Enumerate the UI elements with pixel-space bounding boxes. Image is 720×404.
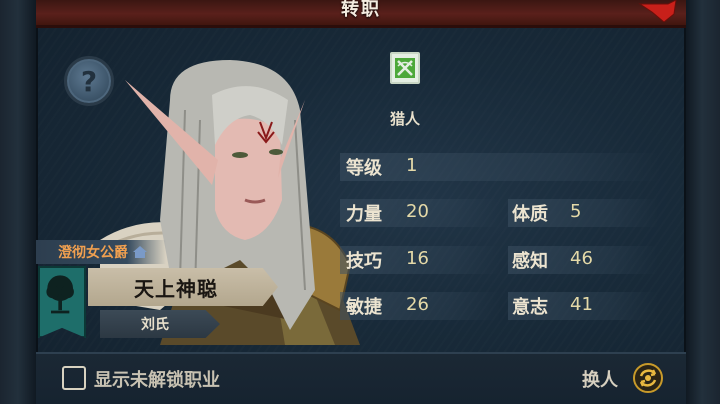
stat-value-perception: 46 <box>570 248 593 269</box>
noble-title: 澄彻女公爵 <box>58 245 128 261</box>
stat-label-perception: 感知 <box>512 251 548 272</box>
stat-value-level: 1 <box>406 155 418 176</box>
stat-row-level <box>340 153 660 181</box>
title-bar: 转职 <box>36 0 686 28</box>
stat-value-skill: 16 <box>406 248 429 269</box>
stat-label-level: 等级 <box>346 158 382 179</box>
back-arrow-icon[interactable] <box>638 0 678 22</box>
swap-icon[interactable] <box>632 362 664 394</box>
stat-value-will: 41 <box>570 294 593 315</box>
page-title: 转职 <box>341 0 381 20</box>
noble-title-tag: 澄彻女公爵 <box>36 240 166 264</box>
stat-label-will: 意志 <box>512 297 548 318</box>
house-icon <box>133 246 147 258</box>
stat-value-strength: 20 <box>406 201 429 222</box>
stat-value-constitution: 5 <box>570 201 582 222</box>
stat-label-skill: 技巧 <box>346 251 382 272</box>
stat-label-strength: 力量 <box>346 204 382 225</box>
question-mark-icon: ? <box>80 64 98 98</box>
stat-label-agility: 敏捷 <box>346 297 382 318</box>
class-icon-button[interactable] <box>390 52 420 84</box>
show-locked-checkbox[interactable] <box>62 366 86 390</box>
swap-character-label[interactable]: 换人 <box>582 366 618 392</box>
stat-label-constitution: 体质 <box>512 204 548 225</box>
stat-value-agility: 26 <box>406 294 429 315</box>
show-locked-label[interactable]: 显示未解锁职业 <box>94 366 220 392</box>
family-name-plate: 刘氏 <box>100 310 220 338</box>
family-name: 刘氏 <box>141 317 169 333</box>
tree-icon <box>46 275 74 314</box>
crossed-bow-icon <box>395 58 415 78</box>
character-name: 天上神聪 <box>134 276 218 301</box>
house-banner <box>38 266 86 338</box>
character-name-plate: 天上神聪 <box>88 268 278 306</box>
class-name: 猎人 <box>389 110 420 128</box>
